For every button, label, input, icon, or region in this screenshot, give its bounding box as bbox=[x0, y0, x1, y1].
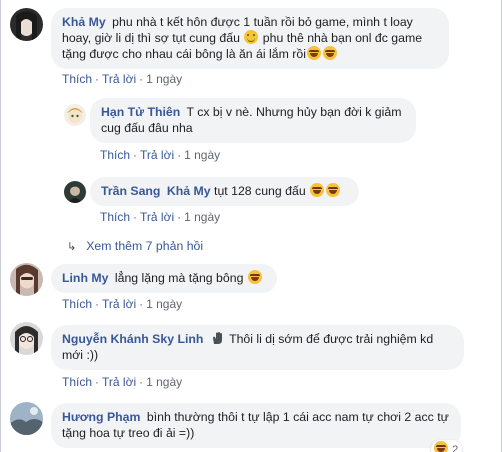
like-button[interactable]: Thích bbox=[100, 148, 130, 162]
waving-hand-icon bbox=[211, 331, 225, 345]
reply-button[interactable]: Trả lời bbox=[140, 148, 174, 162]
commenter-name[interactable]: Linh My bbox=[62, 271, 108, 285]
reply-button[interactable]: Trả lời bbox=[102, 375, 136, 389]
separator: · bbox=[95, 297, 100, 311]
separator: · bbox=[139, 72, 144, 86]
comment-actions: Thích · Trả lời · 1 ngày bbox=[62, 375, 182, 389]
avatar[interactable] bbox=[64, 181, 86, 203]
separator: · bbox=[133, 148, 138, 162]
comment-bubble: Hương Phạm bình thường thôi t tự lập 1 c… bbox=[51, 403, 461, 448]
reply-arrow-icon: ↳ bbox=[67, 241, 77, 253]
reply-bubble: Trần Sang Khả My tụt 128 cung đấu bbox=[90, 177, 359, 206]
see-more-replies-link[interactable]: ↳ Xem thêm 7 phản hồi bbox=[67, 239, 203, 253]
like-button[interactable]: Thích bbox=[100, 210, 130, 224]
comment-actions: Thích · Trả lời · 1 ngày bbox=[62, 297, 182, 311]
reply-button[interactable]: Trả lời bbox=[140, 210, 174, 224]
avatar[interactable] bbox=[10, 8, 43, 41]
separator: · bbox=[139, 297, 144, 311]
separator: · bbox=[133, 210, 138, 224]
separator: · bbox=[95, 375, 100, 389]
comment-actions: Thích · Trả lời · 1 ngày bbox=[100, 210, 220, 224]
commenter-name[interactable]: Hạn Tử Thiên bbox=[101, 105, 180, 119]
separator: · bbox=[177, 210, 182, 224]
comment-actions: Thích · Trả lời · 1 ngày bbox=[62, 72, 182, 86]
comment-bubble: Khả My phu nhà t kết hôn được 1 tuần rồi… bbox=[51, 8, 449, 69]
like-button[interactable]: Thích bbox=[62, 375, 92, 389]
commenter-name[interactable]: Khả My bbox=[62, 15, 106, 29]
like-button[interactable]: Thích bbox=[62, 72, 92, 86]
comment-bubble: Nguyễn Khánh Sky Linh Thôi li dị sớm để … bbox=[51, 325, 464, 370]
laughing-emoji-icon bbox=[434, 441, 448, 452]
avatar[interactable] bbox=[10, 263, 43, 296]
smiling-emoji-icon bbox=[244, 30, 259, 44]
avatar-image bbox=[10, 263, 43, 296]
laughing-emoji-icon bbox=[322, 46, 337, 60]
laughing-emoji-icon bbox=[247, 270, 262, 284]
comment-timestamp[interactable]: 1 ngày bbox=[184, 148, 220, 162]
comment-text: tụt 128 cung đấu bbox=[214, 184, 306, 198]
avatar-image bbox=[10, 8, 43, 41]
avatar-image bbox=[10, 402, 43, 435]
commenter-name[interactable]: Nguyễn Khánh Sky Linh bbox=[62, 332, 203, 346]
comment-timestamp[interactable]: 1 ngày bbox=[146, 297, 182, 311]
comment-timestamp[interactable]: 1 ngày bbox=[146, 72, 182, 86]
avatar[interactable] bbox=[10, 322, 43, 355]
avatar[interactable] bbox=[64, 104, 86, 126]
comment-text: lẳng lặng mà tặng bông bbox=[114, 271, 244, 285]
separator: · bbox=[139, 375, 144, 389]
comment-actions: Thích · Trả lời · 1 ngày bbox=[100, 148, 220, 162]
avatar[interactable] bbox=[10, 402, 43, 435]
commenter-name[interactable]: Hương Phạm bbox=[62, 410, 140, 424]
reply-button[interactable]: Trả lời bbox=[102, 297, 136, 311]
laughing-emoji-icon bbox=[306, 46, 321, 60]
comment-timestamp[interactable]: 1 ngày bbox=[146, 375, 182, 389]
mention-link[interactable]: Khả My bbox=[167, 184, 211, 198]
comment-bubble: Linh My lẳng lặng mà tặng bông bbox=[51, 264, 277, 293]
separator: · bbox=[177, 148, 182, 162]
reply-bubble: Hạn Tử Thiên T cx bị v nè. Nhưng hủy bạn… bbox=[90, 98, 416, 143]
commenter-name[interactable]: Trần Sang bbox=[101, 184, 160, 198]
reaction-count: 2 bbox=[452, 444, 459, 452]
avatar-image bbox=[64, 181, 86, 203]
laughing-emoji-icon bbox=[310, 183, 325, 197]
reaction-summary[interactable]: 2 bbox=[431, 440, 463, 452]
avatar-image bbox=[64, 104, 86, 126]
separator: · bbox=[95, 72, 100, 86]
comment-thread: Khả My phu nhà t kết hôn được 1 tuần rồi… bbox=[0, 0, 502, 452]
see-more-replies-label: Xem thêm 7 phản hồi bbox=[86, 239, 204, 253]
avatar-image bbox=[10, 322, 43, 355]
comment-timestamp[interactable]: 1 ngày bbox=[184, 210, 220, 224]
laughing-emoji-icon bbox=[326, 183, 341, 197]
like-button[interactable]: Thích bbox=[62, 297, 92, 311]
reply-button[interactable]: Trả lời bbox=[102, 72, 136, 86]
